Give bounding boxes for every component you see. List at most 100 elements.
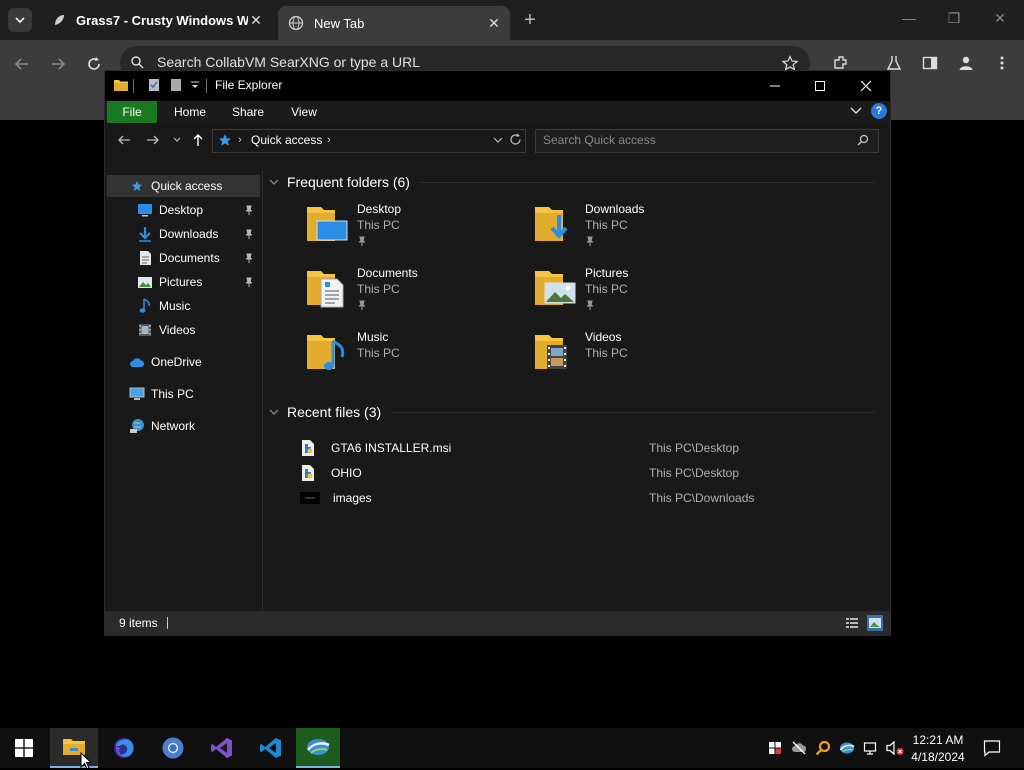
explorer-back-icon[interactable]	[117, 133, 131, 147]
folder-tile-music[interactable]: Music This PC	[305, 329, 525, 385]
recent-file-row[interactable]: images This PC\Downloads	[299, 485, 879, 510]
folder-tile-videos[interactable]: Videos This PC	[533, 329, 753, 385]
properties-icon[interactable]	[147, 78, 161, 92]
nav-item-desktop[interactable]: Desktop	[107, 199, 260, 221]
refresh-icon[interactable]	[509, 133, 522, 146]
qat-customize-icon[interactable]	[190, 80, 200, 90]
visual-studio-icon	[211, 738, 232, 758]
ribbon-tab-share[interactable]: Share	[225, 101, 271, 123]
taskbar-visual-studio[interactable]	[198, 728, 246, 768]
document-icon	[137, 250, 153, 266]
download-manager-tray-icon[interactable]	[839, 740, 855, 756]
browser-menu-icon[interactable]	[994, 55, 1010, 71]
minimize-icon[interactable]: —	[899, 10, 919, 30]
folder-tile-desktop[interactable]: Desktop This PC	[305, 201, 525, 257]
folder-tile-pictures[interactable]: Pictures This PC	[533, 265, 753, 321]
back-icon[interactable]	[10, 52, 34, 76]
ribbon	[105, 101, 890, 123]
large-icons-view-icon[interactable]	[867, 615, 883, 631]
explorer-maximize-icon[interactable]	[797, 74, 843, 98]
address-history-icon[interactable]	[493, 137, 503, 143]
browser-tab-1[interactable]: Grass7 - Crusty Windows Wiki ✕	[40, 6, 272, 34]
recent-file-row[interactable]: GTA6 INSTALLER.msi This PC\Desktop	[299, 435, 879, 460]
folder-name: Pictures	[585, 266, 629, 280]
close-tab-icon[interactable]: ✕	[248, 12, 264, 28]
labs-flask-icon[interactable]	[886, 55, 902, 71]
nav-item-music[interactable]: Music	[107, 295, 260, 317]
quick-access-star-icon	[218, 133, 232, 147]
profile-icon[interactable]	[958, 55, 974, 71]
folder-tile-documents[interactable]: Documents This PC	[305, 265, 525, 321]
mouse-cursor-icon	[80, 752, 92, 770]
breadcrumb-chevron-icon[interactable]: ›	[238, 134, 242, 146]
new-folder-icon[interactable]	[169, 78, 183, 92]
recent-file-location: This PC\Downloads	[649, 490, 755, 505]
frequent-folders-group[interactable]: Frequent folders (6)	[269, 171, 875, 193]
nav-item-this-pc[interactable]: This PC	[107, 383, 260, 405]
ribbon-tab-view[interactable]: View	[281, 101, 327, 123]
taskbar-firefox[interactable]	[100, 728, 148, 768]
nav-item-documents[interactable]: Documents	[107, 247, 260, 269]
taskbar-vscode[interactable]	[247, 728, 295, 768]
recent-file-location: This PC\Desktop	[649, 465, 740, 480]
close-icon[interactable]: ✕	[990, 10, 1010, 30]
breadcrumb-quick-access[interactable]: Quick access	[251, 133, 322, 147]
recent-file-row[interactable]: OHIO This PC\Desktop	[299, 460, 879, 485]
shield-update-icon[interactable]	[767, 740, 783, 756]
browser-tab-2[interactable]: New Tab ✕	[278, 6, 510, 40]
magnifier-tray-icon[interactable]	[815, 740, 831, 756]
nav-item-onedrive[interactable]: OneDrive	[107, 351, 260, 373]
notification-center-icon[interactable]	[983, 739, 1001, 757]
chevron-down-icon	[269, 409, 279, 415]
expand-ribbon-icon[interactable]	[850, 106, 862, 116]
tab-search-button[interactable]	[8, 8, 32, 32]
content-pane: Frequent folders (6) Desktop This PC Dow…	[263, 171, 889, 611]
nav-label: This PC	[151, 387, 194, 401]
up-arrow-icon[interactable]	[191, 133, 205, 147]
taskbar-clock[interactable]: 12:21 AM 4/18/2024	[908, 732, 968, 766]
pictures-folder-icon	[535, 271, 576, 305]
search-engine-icon	[130, 55, 144, 69]
pictures-icon	[137, 274, 153, 290]
explorer-close-icon[interactable]	[843, 74, 889, 98]
reload-icon[interactable]	[82, 52, 106, 76]
nav-label: OneDrive	[151, 355, 202, 369]
nav-item-videos[interactable]: Videos	[107, 319, 260, 341]
bookmark-star-icon[interactable]	[782, 55, 798, 71]
nav-item-downloads[interactable]: Downloads	[107, 223, 260, 245]
folder-tile-downloads[interactable]: Downloads This PC	[533, 201, 753, 257]
help-button[interactable]: ?	[871, 103, 887, 119]
explorer-minimize-icon[interactable]	[752, 74, 798, 98]
ribbon-tab-home[interactable]: Home	[167, 101, 213, 123]
chevron-down-icon	[269, 179, 279, 185]
taskbar-chrome[interactable]	[149, 728, 197, 768]
recent-locations-icon[interactable]	[173, 137, 181, 143]
nav-item-network[interactable]: Network	[107, 415, 260, 437]
film-strip-icon	[137, 322, 153, 338]
cloud-offline-icon[interactable]	[791, 740, 807, 756]
item-count: 9 items	[119, 616, 158, 630]
explorer-forward-icon[interactable]	[146, 133, 160, 147]
details-view-icon[interactable]	[845, 616, 859, 630]
close-tab-icon[interactable]: ✕	[486, 15, 502, 31]
new-tab-button[interactable]: +	[520, 10, 540, 30]
folder-location: This PC	[357, 346, 400, 360]
start-button[interactable]	[0, 728, 48, 768]
ribbon-tab-file[interactable]: File	[107, 101, 157, 123]
videos-folder-icon	[535, 335, 567, 369]
breadcrumb-chevron-icon[interactable]: ›	[327, 134, 331, 146]
nav-item-pictures[interactable]: Pictures	[107, 271, 260, 293]
documents-folder-icon	[307, 271, 344, 308]
side-panel-icon[interactable]	[922, 55, 938, 71]
volume-muted-icon[interactable]	[886, 740, 904, 756]
forward-icon[interactable]	[46, 52, 70, 76]
search-icon[interactable]	[857, 134, 869, 146]
music-folder-icon	[307, 335, 345, 370]
firefox-icon	[114, 738, 134, 758]
recent-files-group[interactable]: Recent files (3)	[269, 401, 875, 423]
restore-icon[interactable]: ❐	[944, 10, 964, 30]
folder-name: Videos	[585, 330, 622, 344]
nav-item-quick-access[interactable]: Quick access	[107, 175, 260, 197]
taskbar-active-app[interactable]	[296, 728, 340, 768]
network-tray-icon[interactable]	[863, 740, 879, 756]
